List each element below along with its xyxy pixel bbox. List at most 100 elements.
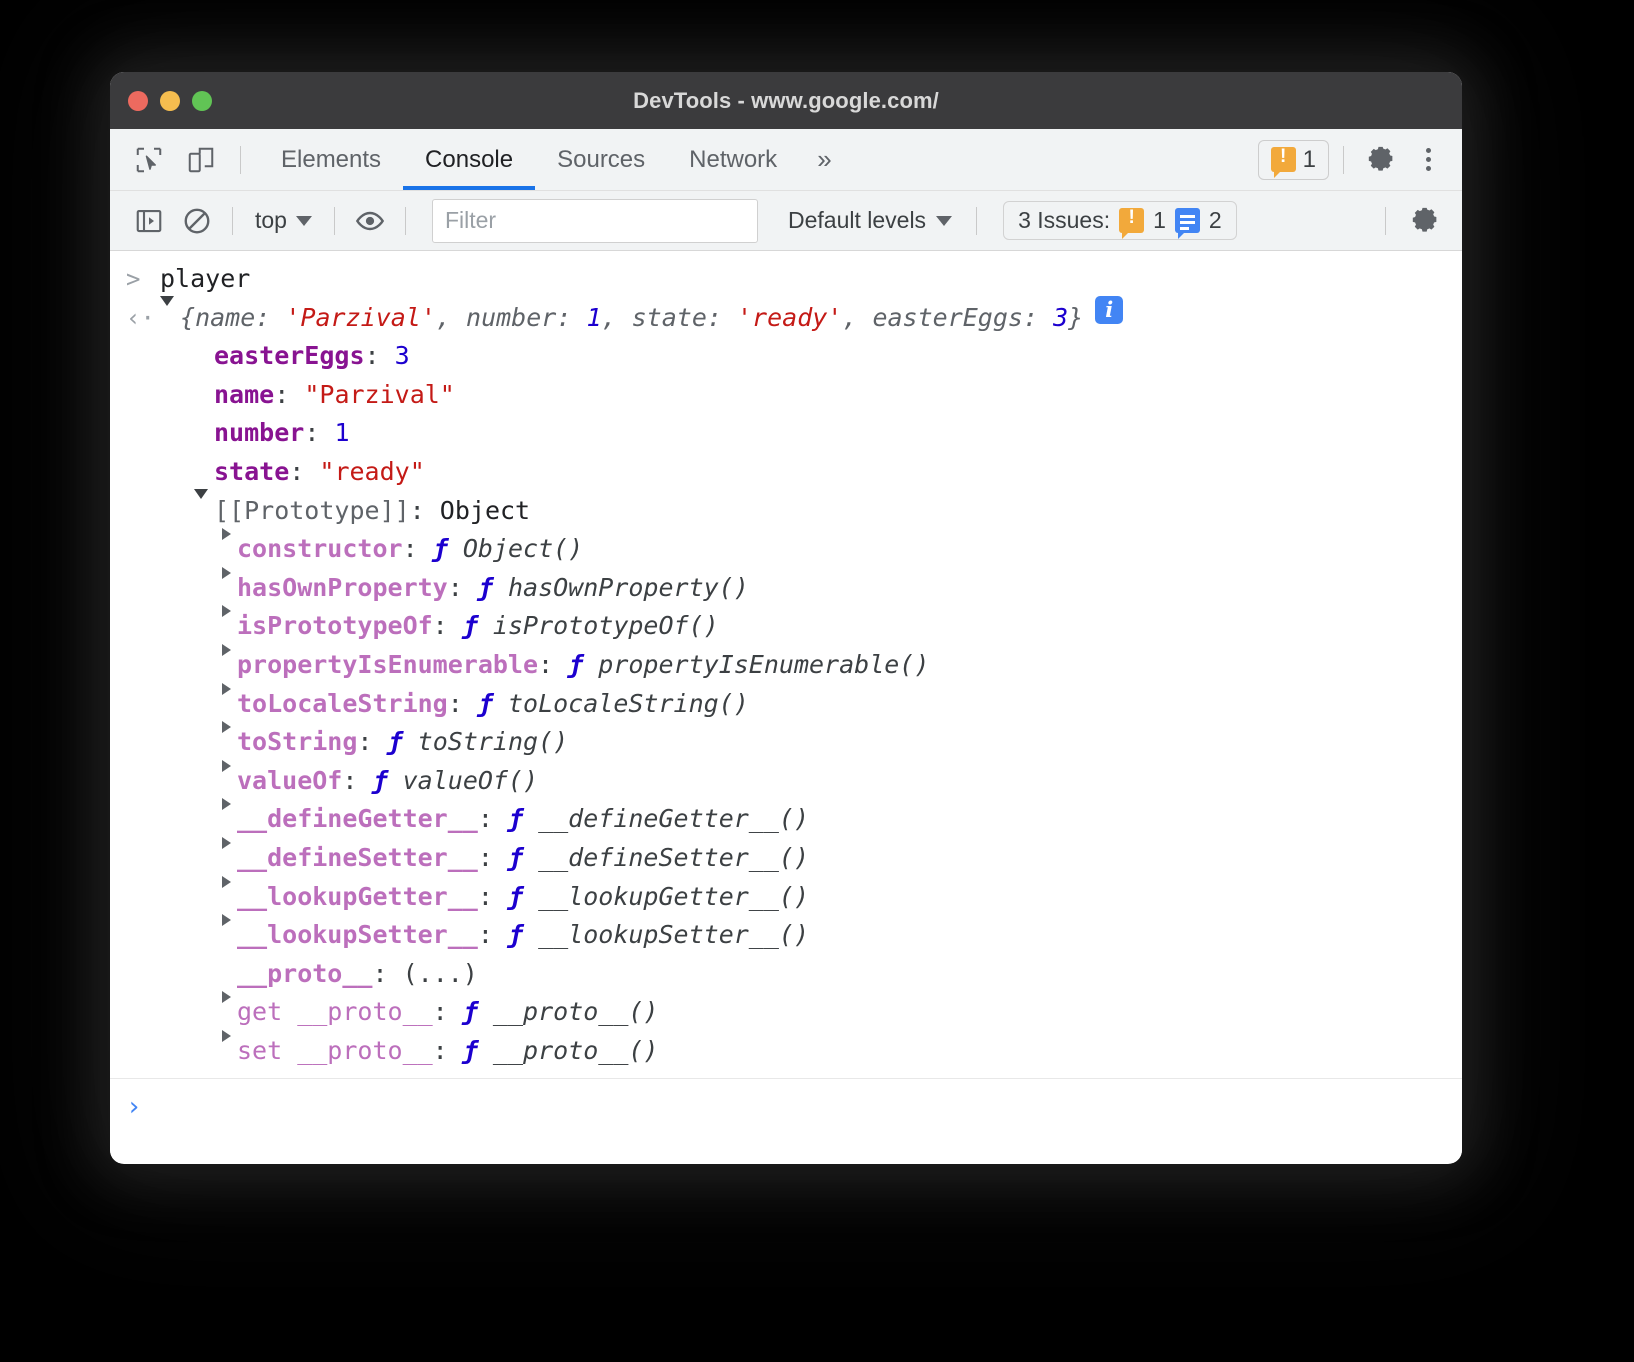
collapse-triangle-icon[interactable]	[194, 489, 208, 499]
execution-context-selector[interactable]: top	[245, 203, 322, 238]
tab-sources[interactable]: Sources	[535, 129, 667, 190]
property-value: "ready"	[319, 453, 424, 492]
device-toolbar-icon[interactable]	[178, 137, 224, 183]
prototype-property-row-proto[interactable]: __proto__: (...)	[110, 955, 1462, 994]
prototype-property-row[interactable]: propertyIsEnumerable: ƒ propertyIsEnumer…	[110, 646, 1462, 685]
expand-triangle-icon[interactable]	[222, 605, 231, 617]
property-value[interactable]: (...)	[403, 955, 478, 994]
clear-console-icon[interactable]	[174, 198, 220, 244]
expand-triangle-icon[interactable]	[222, 876, 231, 888]
issues-chip[interactable]: 3 Issues: ! 1 2	[1003, 201, 1237, 240]
warning-badge-icon: !	[1271, 147, 1296, 172]
space	[493, 839, 508, 878]
expand-triangle-icon[interactable]	[222, 798, 231, 810]
tabbar-right-tools: ! 1	[1258, 129, 1462, 190]
filterbar-separator-4	[976, 207, 977, 235]
space	[493, 569, 508, 608]
tabbar-left-tools	[110, 129, 251, 190]
space	[523, 839, 538, 878]
space	[553, 646, 568, 685]
panel-tabs: Elements Console Sources Network »	[259, 129, 850, 190]
function-marker-icon: ƒ	[433, 530, 448, 569]
property-colon: :	[538, 646, 553, 685]
property-row-number[interactable]: number: 1	[110, 414, 1462, 453]
expand-triangle-icon[interactable]	[222, 1030, 231, 1042]
preview-sep: :	[556, 299, 586, 338]
prototype-property-row-set-proto[interactable]: set __proto__: ƒ __proto__()	[110, 1032, 1462, 1071]
prototype-property-row-get-proto[interactable]: get __proto__: ƒ __proto__()	[110, 993, 1462, 1032]
console-settings-gear-icon[interactable]	[1402, 198, 1448, 244]
console-result-row: ‹· {name: 'Parzival', number: 1, state: …	[110, 299, 1462, 338]
expand-triangle-icon[interactable]	[222, 683, 231, 695]
property-colon: :	[478, 878, 493, 917]
space	[388, 762, 403, 801]
warning-count-chip[interactable]: ! 1	[1258, 140, 1329, 180]
prototype-property-row[interactable]: __lookupSetter__: ƒ __lookupSetter__()	[110, 916, 1462, 955]
property-value: __defineGetter__()	[538, 800, 809, 839]
space	[380, 337, 395, 376]
search-input[interactable]: Filter	[432, 199, 758, 243]
more-tabs-icon[interactable]: »	[799, 129, 849, 190]
prototype-property-row[interactable]: __defineSetter__: ƒ __defineSetter__()	[110, 839, 1462, 878]
object-preview[interactable]: {name: 'Parzival', number: 1, state: 're…	[160, 299, 1123, 338]
prototype-property-row[interactable]: valueOf: ƒ valueOf()	[110, 762, 1462, 801]
preview-value-name: 'Parzival'	[285, 299, 436, 338]
property-value: __proto__()	[493, 993, 659, 1032]
space	[289, 376, 304, 415]
property-value: 3	[395, 337, 410, 376]
property-colon: :	[365, 337, 380, 376]
live-expression-eye-icon[interactable]	[347, 198, 393, 244]
console-prompt-row[interactable]: ›	[110, 1079, 1462, 1135]
expand-triangle-icon[interactable]	[222, 991, 231, 1003]
function-marker-icon: ƒ	[568, 646, 583, 685]
expand-triangle-icon[interactable]	[222, 528, 231, 540]
property-row-eastereggs[interactable]: easterEggs: 3	[110, 337, 1462, 376]
expand-triangle-icon[interactable]	[222, 567, 231, 579]
prototype-property-row[interactable]: isPrototypeOf: ƒ isPrototypeOf()	[110, 607, 1462, 646]
prototype-property-row[interactable]: toString: ƒ toString()	[110, 723, 1462, 762]
inspect-element-icon[interactable]	[126, 137, 172, 183]
expand-triangle-icon[interactable]	[222, 914, 231, 926]
expand-triangle-icon[interactable]	[160, 296, 174, 306]
space	[478, 1032, 493, 1071]
log-levels-label: Default levels	[788, 207, 926, 234]
console-sidebar-icon[interactable]	[126, 198, 172, 244]
prototype-row[interactable]: [[Prototype]]: Object	[110, 492, 1462, 531]
property-key: set __proto__	[237, 1032, 433, 1071]
preview-open-brace: {	[180, 299, 195, 338]
prototype-property-row[interactable]: __defineGetter__: ƒ __defineGetter__()	[110, 800, 1462, 839]
tab-network[interactable]: Network	[667, 129, 799, 190]
expand-triangle-icon[interactable]	[222, 721, 231, 733]
expand-triangle-icon[interactable]	[222, 760, 231, 772]
property-value: __lookupSetter__()	[538, 916, 809, 955]
property-value: __lookupGetter__()	[538, 878, 809, 917]
function-marker-icon: ƒ	[508, 800, 523, 839]
info-icon[interactable]: i	[1095, 296, 1123, 324]
console-input-expression: player	[160, 260, 250, 299]
window-title: DevTools - www.google.com/	[110, 88, 1462, 114]
console-output[interactable]: > player ‹· {name: 'Parzival', number: 1…	[110, 251, 1462, 1163]
tab-console[interactable]: Console	[403, 129, 535, 190]
prototype-property-row[interactable]: __lookupGetter__: ƒ __lookupGetter__()	[110, 878, 1462, 917]
gear-icon[interactable]	[1358, 137, 1404, 183]
property-row-name[interactable]: name: "Parzival"	[110, 376, 1462, 415]
property-row-state[interactable]: state: "ready"	[110, 453, 1462, 492]
tab-elements[interactable]: Elements	[259, 129, 403, 190]
filterbar-separator-1	[232, 207, 233, 235]
function-marker-icon: ƒ	[388, 723, 403, 762]
prototype-property-row[interactable]: constructor: ƒ Object()	[110, 530, 1462, 569]
space	[493, 916, 508, 955]
prototype-value: Object	[440, 492, 530, 531]
expand-triangle-icon[interactable]	[222, 644, 231, 656]
tabbar-separator	[240, 146, 241, 174]
property-key: constructor	[237, 530, 403, 569]
kebab-menu-icon[interactable]	[1408, 137, 1448, 183]
property-key: __lookupGetter__	[237, 878, 478, 917]
warning-badge-icon: !	[1119, 208, 1144, 233]
log-levels-selector[interactable]: Default levels	[776, 203, 964, 238]
property-value: __defineSetter__()	[538, 839, 809, 878]
expand-triangle-icon[interactable]	[222, 837, 231, 849]
prototype-property-row[interactable]: toLocaleString: ƒ toLocaleString()	[110, 685, 1462, 724]
tabbar-right-separator	[1343, 146, 1344, 174]
prototype-property-row[interactable]: hasOwnProperty: ƒ hasOwnProperty()	[110, 569, 1462, 608]
